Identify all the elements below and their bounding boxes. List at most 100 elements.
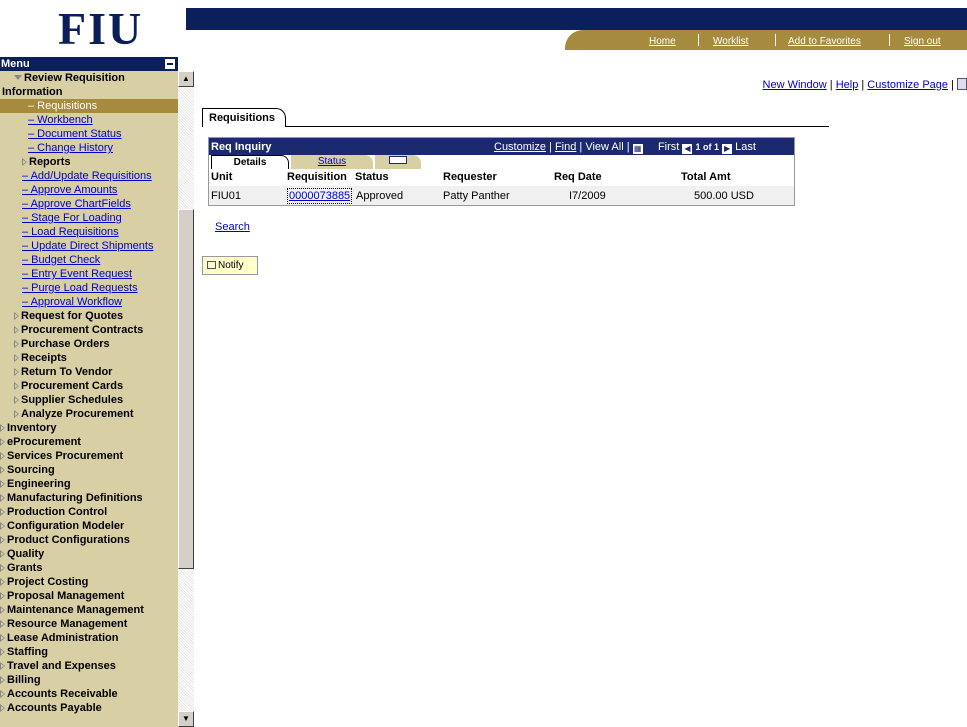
sidebar-item[interactable]: Accounts Receivable <box>0 687 178 701</box>
next-icon[interactable]: ▶ <box>722 144 733 154</box>
sidebar-item[interactable]: – Update Direct Shipments <box>0 239 178 253</box>
sidebar-item[interactable]: Request for Quotes <box>0 309 178 323</box>
collapsed-icon <box>0 466 5 474</box>
sidebar-item[interactable]: – Budget Check <box>0 253 178 267</box>
sidebar-item[interactable]: Reports <box>0 155 178 169</box>
notify-button[interactable]: Notify <box>202 256 258 275</box>
sidebar-item[interactable]: – Document Status <box>0 127 178 141</box>
sidebar-item-label: – Update Direct Shipments <box>22 240 154 252</box>
first-label[interactable]: First <box>658 141 679 153</box>
sidebar-item-label: Supplier Schedules <box>21 394 124 406</box>
sidebar-item-label: – Purge Load Requests <box>22 282 138 294</box>
collapsed-icon <box>0 564 5 572</box>
sidebar-item[interactable]: Configuration Modeler <box>0 519 178 533</box>
sidebar-item[interactable]: Travel and Expenses <box>0 659 178 673</box>
tab-status[interactable]: Status <box>291 155 373 169</box>
sidebar-item-label: Manufacturing Definitions <box>7 492 143 504</box>
worklist-link[interactable]: Worklist <box>713 36 748 47</box>
scrollbar-thumb[interactable] <box>178 209 194 569</box>
sidebar-item[interactable]: Review Requisition <box>0 71 178 85</box>
sidebar-item[interactable]: – Approve ChartFields <box>0 197 178 211</box>
sidebar-item[interactable]: Receipts <box>0 351 178 365</box>
sidebar-item[interactable]: Manufacturing Definitions <box>0 491 178 505</box>
sidebar-item-label: – Approve Amounts <box>22 184 118 196</box>
tab-requisitions[interactable]: Requisitions <box>202 108 286 127</box>
customize-page-link[interactable]: Customize Page <box>867 79 948 91</box>
col-requester[interactable]: Requester <box>443 171 497 183</box>
sidebar-item-label: Information <box>2 86 63 98</box>
col-unit[interactable]: Unit <box>211 171 232 183</box>
sidebar-item-label: – Entry Event Request <box>22 268 133 280</box>
sidebar-item[interactable]: Billing <box>0 673 178 687</box>
requisition-link[interactable]: 0000073885 <box>289 190 350 202</box>
col-requisition[interactable]: Requisition <box>287 171 347 183</box>
new-window-link[interactable]: New Window <box>763 79 827 91</box>
download-grid-icon[interactable]: ▦ <box>632 144 643 154</box>
sidebar-item[interactable]: Grants <box>0 561 178 575</box>
sidebar-item[interactable]: Supplier Schedules <box>0 393 178 407</box>
sidebar-item[interactable]: – Stage For Loading <box>0 211 178 225</box>
sidebar-item-label: Inventory <box>7 422 57 434</box>
help-link[interactable]: Help <box>836 79 859 91</box>
sidebar-item[interactable]: Information <box>0 85 178 99</box>
collapsed-icon <box>14 396 19 404</box>
sidebar-item[interactable]: – Add/Update Requisitions <box>0 169 178 183</box>
http-icon[interactable] <box>957 78 967 90</box>
sidebar-item-label: – Change History <box>28 142 113 154</box>
sidebar-item[interactable]: Engineering <box>0 477 178 491</box>
collapsed-icon <box>14 326 19 334</box>
customize-link[interactable]: Customize <box>494 141 546 153</box>
col-status[interactable]: Status <box>355 171 389 183</box>
cell-requisition-link[interactable]: 0000073885 <box>287 188 353 204</box>
sidebar-item[interactable]: Production Control <box>0 505 178 519</box>
sidebar-item[interactable]: Project Costing <box>0 575 178 589</box>
sidebar-item[interactable]: Procurement Contracts <box>0 323 178 337</box>
find-link[interactable]: Find <box>555 141 576 153</box>
tab-details[interactable]: Details <box>211 155 289 169</box>
sidebar-item[interactable]: Resource Management <box>0 617 178 631</box>
collapsed-icon <box>0 676 5 684</box>
sidebar-item[interactable]: – Requisitions <box>0 99 178 113</box>
sidebar-item[interactable]: Maintenance Management <box>0 603 178 617</box>
sidebar-item[interactable]: – Change History <box>0 141 178 155</box>
show-all-columns-icon[interactable] <box>375 155 421 169</box>
sidebar-item[interactable]: – Purge Load Requests <box>0 281 178 295</box>
add-to-favorites-link[interactable]: Add to Favorites <box>788 36 861 47</box>
sidebar-item[interactable]: Proposal Management <box>0 589 178 603</box>
sidebar-item[interactable]: Product Configurations <box>0 533 178 547</box>
sidebar-item[interactable]: Services Procurement <box>0 449 178 463</box>
sidebar-item[interactable]: – Approval Workflow <box>0 295 178 309</box>
collapse-menu-icon[interactable] <box>165 59 175 69</box>
sidebar-item[interactable]: – Workbench <box>0 113 178 127</box>
scroll-up-icon[interactable]: ▲ <box>178 71 194 87</box>
home-link[interactable]: Home <box>649 36 676 47</box>
sidebar-item-label: – Approval Workflow <box>22 296 123 308</box>
last-label[interactable]: Last <box>735 141 756 153</box>
sidebar-item[interactable]: Inventory <box>0 421 178 435</box>
sidebar-item[interactable]: Staffing <box>0 645 178 659</box>
sidebar-item[interactable]: – Entry Event Request <box>0 267 178 281</box>
sidebar-item[interactable]: Lease Administration <box>0 631 178 645</box>
sidebar-item[interactable]: Purchase Orders <box>0 337 178 351</box>
sidebar-item[interactable]: Analyze Procurement <box>0 407 178 421</box>
sidebar-item[interactable]: Accounts Payable <box>0 701 178 715</box>
menu-scrollbar[interactable]: ▲ ▼ <box>178 71 194 727</box>
sidebar-item[interactable]: Quality <box>0 547 178 561</box>
scroll-down-icon[interactable]: ▼ <box>178 711 194 727</box>
col-total-amt[interactable]: Total Amt <box>681 171 731 183</box>
table-row: FIU01 0000073885 Approved Patty Panther … <box>209 186 794 205</box>
col-req-date[interactable]: Req Date <box>554 171 602 183</box>
previous-icon[interactable]: ◀ <box>682 144 693 154</box>
sidebar-item[interactable]: Procurement Cards <box>0 379 178 393</box>
sidebar-item[interactable]: Sourcing <box>0 463 178 477</box>
view-all-link[interactable]: View All <box>585 141 623 153</box>
sidebar-item[interactable]: – Load Requisitions <box>0 225 178 239</box>
search-link[interactable]: Search <box>215 221 250 233</box>
sidebar-item-label: Quality <box>7 548 45 560</box>
sign-out-link[interactable]: Sign out <box>904 36 941 47</box>
sidebar-item[interactable]: eProcurement <box>0 435 178 449</box>
sidebar-item[interactable]: – Approve Amounts <box>0 183 178 197</box>
sidebar-item[interactable]: Return To Vendor <box>0 365 178 379</box>
sidebar-item-label: Analyze Procurement <box>21 408 134 420</box>
sidebar-item-label: Resource Management <box>7 618 128 630</box>
